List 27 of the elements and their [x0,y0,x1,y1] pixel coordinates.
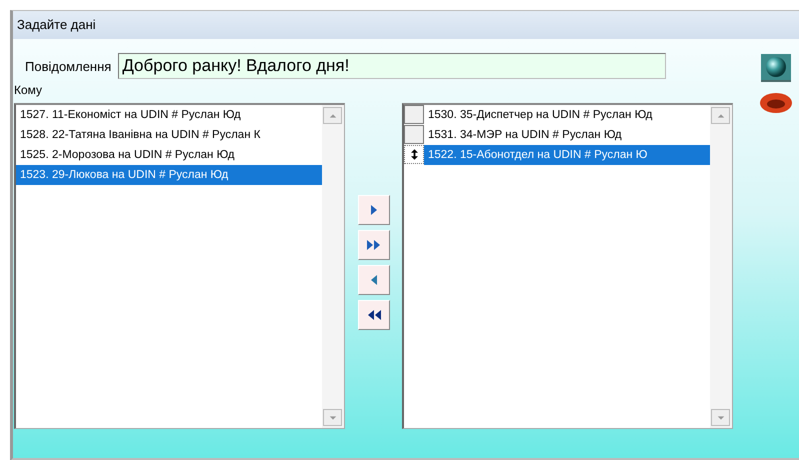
row-indicator[interactable] [404,145,424,164]
list-item[interactable]: 1523. 29-Люкова на UDIN # Руслан Юд [16,165,322,185]
message-label: Повідомлення [25,58,112,74]
scroll-down-icon[interactable] [711,409,730,426]
available-list[interactable]: 1527. 11-Економіст на UDIN # Руслан Юд 1528. 22-Татяна Іванівна на UDIN # Руслан К 1525. 2-Морозова на UDIN # Руслан Юд 1523. 29-Люкова на UDIN # Руслан Юд [14,103,345,429]
scroll-down-icon[interactable] [323,409,342,426]
double-arrow-icon [366,308,382,322]
double-arrow-icon [366,238,382,252]
chosen-list[interactable]: 1530. 35-Диспетчер на UDIN # Руслан Юд 1531. 34-МЭР на UDIN # Руслан Юд 1522. 15-Абонотдел на UDIN # Руслан Ю [402,103,733,429]
list-item[interactable]: 1531. 34-МЭР на UDIN # Руслан Юд [424,125,710,145]
scrollbar[interactable] [322,105,344,428]
list-item[interactable]: 1525. 2-Морозова на UDIN # Руслан Юд [16,145,322,165]
scrollbar[interactable] [710,105,732,428]
list-item[interactable]: 1530. 35-Диспетчер на UDIN # Руслан Юд [424,105,710,125]
scroll-up-icon[interactable] [711,107,730,124]
list-item[interactable]: 1522. 15-Абонотдел на UDIN # Руслан Ю [424,145,710,165]
list-item[interactable]: 1527. 11-Економіст на UDIN # Руслан Юд [16,105,322,125]
scroll-up-icon[interactable] [323,107,342,124]
list-item[interactable]: 1528. 22-Татяна Іванівна на UDIN # Руслан К [16,125,322,145]
move-button[interactable] [358,300,390,330]
window-title: Задайте дані [13,11,799,39]
disc-button[interactable] [759,92,793,114]
message-field[interactable]: Доброго ранку! Вдалого дня! [118,53,666,79]
move-button[interactable] [358,195,390,225]
sphere-button[interactable] [761,54,791,82]
move-button[interactable] [358,230,390,260]
recipients-label: Кому [14,83,44,97]
